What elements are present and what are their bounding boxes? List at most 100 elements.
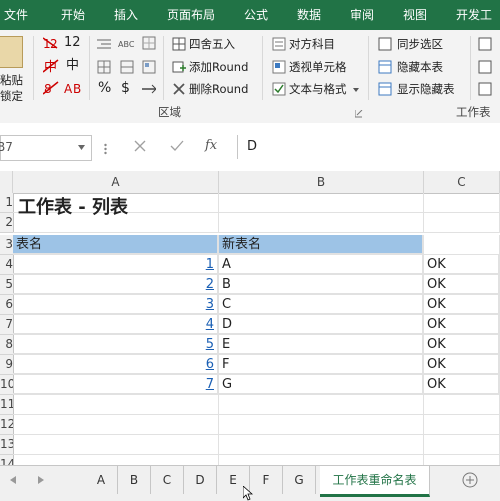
sync-select-button[interactable]: 同步选区 (397, 36, 443, 52)
ribbon-tab[interactable]: 开始 (61, 0, 85, 30)
cell[interactable] (13, 415, 219, 435)
add-sheet-icon[interactable] (462, 472, 478, 488)
row-header[interactable]: 7 (0, 315, 14, 335)
sheet-tool-icon[interactable] (478, 82, 492, 96)
cell[interactable] (424, 235, 500, 255)
cell[interactable] (424, 435, 500, 455)
ribbon-tab[interactable]: 开发工 (456, 0, 492, 30)
row-header[interactable]: 6 (0, 295, 14, 315)
new-sheet-name-cell[interactable]: A (219, 255, 423, 274)
sheet-index-link[interactable]: 4 (13, 315, 218, 334)
scroll-right-icon[interactable] (38, 476, 44, 484)
lock-label[interactable]: 锁定 (0, 88, 23, 104)
sheet-index-link[interactable]: 1 (13, 255, 218, 274)
cell[interactable] (13, 435, 219, 455)
sheet-tab[interactable]: A (85, 466, 118, 494)
add-round-button[interactable]: 添加Round (189, 59, 248, 75)
more-icon[interactable] (104, 143, 107, 155)
paste-icon[interactable] (0, 36, 23, 68)
name-box[interactable]: B7 (0, 135, 92, 161)
sheet-tool-icon[interactable] (478, 60, 492, 74)
new-sheet-name-cell[interactable]: C (219, 295, 423, 314)
clear-icon[interactable]: 8 (43, 80, 59, 96)
fx-button[interactable]: fx (205, 138, 217, 153)
cell[interactable] (13, 395, 219, 415)
formula-input[interactable]: D (237, 135, 500, 159)
sheet-index-link[interactable]: 3 (13, 295, 218, 314)
sheet-tab[interactable]: D (184, 466, 217, 494)
ribbon-tab[interactable]: 视图 (403, 0, 427, 30)
show-hidden-button[interactable]: 显示隐藏表 (397, 81, 455, 97)
indent-icon[interactable] (97, 38, 111, 50)
convert-ab-icon[interactable]: AB (64, 80, 84, 96)
row-header[interactable]: 12 (0, 415, 14, 435)
row-header[interactable]: 1 (0, 193, 14, 213)
cell[interactable] (424, 395, 500, 415)
sheet-tab[interactable]: C (151, 466, 184, 494)
sheet-index-link[interactable]: 5 (13, 335, 218, 354)
number-12-label[interactable]: 12 (64, 35, 81, 51)
round-button[interactable]: 四舍五入 (189, 36, 235, 52)
sheet-tool-icon[interactable] (478, 37, 492, 51)
percent-sign[interactable]: % (98, 80, 111, 96)
cell[interactable] (219, 395, 424, 415)
abc-label[interactable]: ABC (118, 37, 134, 53)
sheet-tab-active[interactable]: 工作表重命名表 (320, 466, 430, 497)
cell[interactable] (424, 213, 500, 233)
ribbon-tab[interactable]: 页面布局 (167, 0, 215, 30)
column-header[interactable]: A (13, 171, 219, 194)
font-size-icon[interactable]: 12 (43, 36, 59, 50)
cell[interactable] (219, 193, 424, 213)
sheet-index-link[interactable]: 7 (13, 375, 218, 394)
delete-round-button[interactable]: 删除Round (189, 81, 248, 97)
column-header[interactable]: C (424, 171, 500, 194)
new-sheet-name-cell[interactable]: G (219, 375, 423, 394)
row-header[interactable]: 8 (0, 335, 14, 355)
chinese-label[interactable]: 中 (66, 58, 79, 74)
sheet-tab[interactable]: F (250, 466, 283, 494)
row-header[interactable]: 11 (0, 395, 14, 415)
chinese-convert-icon[interactable]: 中 (43, 58, 59, 74)
dollar-sign[interactable]: $ (121, 80, 130, 96)
cell[interactable] (219, 435, 424, 455)
pivot-cell-button[interactable]: 透视单元格 (289, 59, 347, 75)
spreadsheet-grid[interactable]: A B C 1 2 3 4 5 6 7 8 9 10 11 12 13 14 工作表 - 列表 表名 新表名 1 A OK 2… (0, 171, 500, 475)
dialog-launcher-icon[interactable] (355, 110, 363, 118)
format-cells-icon[interactable] (142, 60, 156, 74)
new-sheet-name-cell[interactable]: F (219, 355, 423, 374)
sheet-index-link[interactable]: 2 (13, 275, 218, 294)
row-header[interactable]: 3 (0, 235, 14, 255)
row-header[interactable]: 2 (0, 213, 14, 233)
new-sheet-name-cell[interactable]: E (219, 335, 423, 354)
text-format-button[interactable]: 文本与格式 (289, 81, 347, 97)
row-header[interactable]: 13 (0, 435, 14, 455)
ribbon-tab[interactable]: 插入 (114, 0, 138, 30)
cell[interactable] (219, 415, 424, 435)
cancel-icon[interactable] (134, 140, 146, 152)
sheet-tab[interactable]: G (283, 466, 316, 494)
cell[interactable] (219, 213, 424, 233)
row-header[interactable]: 10 (0, 375, 14, 395)
scroll-left-icon[interactable] (10, 476, 16, 484)
sheet-index-link[interactable]: 6 (13, 355, 218, 374)
paste-label[interactable]: 粘贴 (0, 72, 23, 88)
merge-icon[interactable] (120, 60, 134, 74)
chevron-down-icon[interactable] (78, 145, 85, 150)
border-icon[interactable] (142, 36, 156, 50)
select-all-corner[interactable] (0, 171, 13, 194)
decimal-icon[interactable] (142, 83, 156, 95)
column-header[interactable]: B (219, 171, 424, 194)
new-sheet-name-cell[interactable]: B (219, 275, 423, 294)
ribbon-tab[interactable]: 公式 (244, 0, 268, 30)
confirm-icon[interactable] (170, 140, 184, 152)
sheet-tab[interactable]: B (118, 466, 151, 494)
new-sheet-name-cell[interactable]: D (219, 315, 423, 334)
ribbon-tab[interactable]: 审阅 (350, 0, 374, 30)
chevron-down-icon[interactable] (353, 88, 359, 92)
ribbon-tab[interactable]: 文件 (4, 0, 28, 30)
row-header[interactable]: 5 (0, 275, 14, 295)
ribbon-tab[interactable]: 数据 (297, 0, 321, 30)
row-header[interactable]: 9 (0, 355, 14, 375)
cell[interactable] (424, 415, 500, 435)
align-subject-button[interactable]: 对方科目 (289, 36, 335, 52)
